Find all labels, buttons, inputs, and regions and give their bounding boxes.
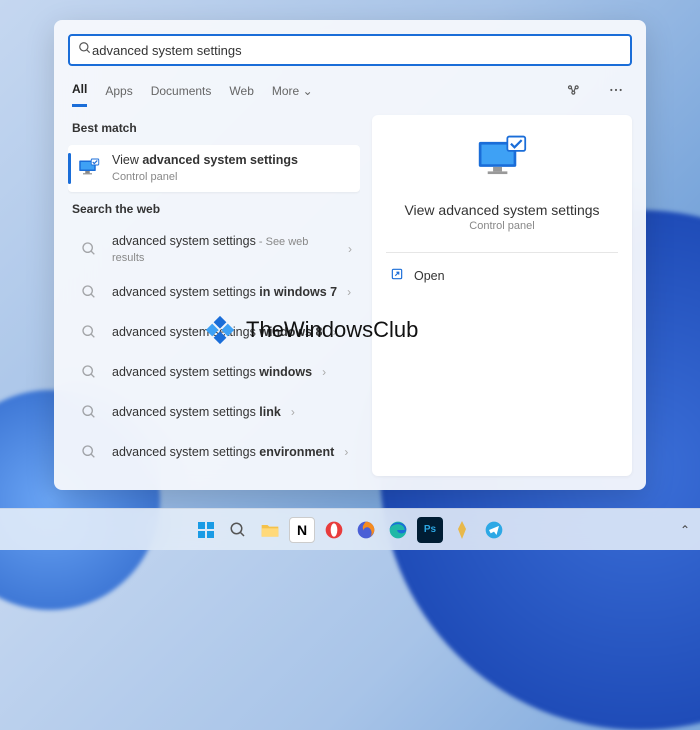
detail-panel: View advanced system settings Control pa… [372, 115, 632, 476]
taskbar: N Ps ⌃ [0, 508, 700, 550]
photoshop-icon[interactable]: Ps [417, 517, 443, 543]
explorer-icon[interactable] [257, 517, 283, 543]
more-options-icon[interactable] [604, 78, 628, 105]
web-result[interactable]: advanced system settings in windows 7 › [68, 272, 360, 312]
result-best-match-text: View advanced system settings Control pa… [112, 152, 298, 185]
tray-chevron-icon[interactable]: ⌃ [680, 523, 690, 537]
chevron-right-icon: › [344, 445, 348, 459]
tab-apps[interactable]: Apps [105, 78, 132, 106]
app-icon-1[interactable] [449, 517, 475, 543]
search-box[interactable] [68, 34, 632, 66]
search-icon [76, 236, 102, 262]
open-button[interactable]: Open [386, 261, 618, 290]
search-icon [78, 41, 92, 60]
notion-icon[interactable]: N [289, 517, 315, 543]
web-result-text: advanced system settings environment [112, 444, 334, 460]
chevron-right-icon: › [291, 405, 295, 419]
detail-monitor-icon [473, 133, 531, 188]
cloud-filter-icon[interactable] [562, 78, 586, 105]
tab-more[interactable]: More ⌄ [272, 78, 313, 106]
result-best-match[interactable]: View advanced system settings Control pa… [68, 145, 360, 192]
web-result-text: advanced system settings in windows 7 [112, 284, 337, 300]
search-icon [76, 319, 102, 345]
web-result-text: advanced system settings windows [112, 364, 312, 380]
chevron-right-icon: › [348, 242, 352, 256]
tab-all[interactable]: All [72, 76, 87, 107]
search-input[interactable] [92, 43, 622, 58]
web-result[interactable]: advanced system settings windows › [68, 352, 360, 392]
tab-web[interactable]: Web [229, 78, 253, 106]
web-result-text: advanced system settings link [112, 404, 281, 420]
filter-tabs: All Apps Documents Web More ⌄ [54, 76, 646, 107]
search-icon [76, 359, 102, 385]
opera-icon[interactable] [321, 517, 347, 543]
web-result[interactable]: advanced system settings - See web resul… [68, 226, 360, 273]
open-label: Open [414, 269, 445, 283]
web-result[interactable]: advanced system settings link › [68, 392, 360, 432]
monitor-icon [76, 155, 102, 181]
web-result-text: advanced system settings windows 8 [112, 324, 323, 340]
detail-title: View advanced system settings [404, 202, 599, 218]
chevron-right-icon: › [322, 365, 326, 379]
web-result[interactable]: advanced system settings windows 8 › [68, 312, 360, 352]
search-panel: All Apps Documents Web More ⌄ Best match… [54, 20, 646, 490]
web-result-text: advanced system settings - See web resul… [112, 233, 338, 266]
taskbar-search-icon[interactable] [225, 517, 251, 543]
start-button[interactable] [193, 517, 219, 543]
open-icon [390, 267, 404, 284]
tab-documents[interactable]: Documents [151, 78, 212, 106]
telegram-icon[interactable] [481, 517, 507, 543]
chevron-right-icon: › [333, 325, 337, 339]
search-icon [76, 439, 102, 465]
section-best-match: Best match [68, 115, 360, 141]
web-result[interactable]: advanced system settings environment › [68, 432, 360, 472]
detail-subtitle: Control panel [469, 220, 534, 232]
section-search-web: Search the web [68, 196, 360, 222]
search-icon [76, 399, 102, 425]
chevron-right-icon: › [347, 285, 351, 299]
edge-icon[interactable] [385, 517, 411, 543]
firefox-icon[interactable] [353, 517, 379, 543]
search-icon [76, 279, 102, 305]
